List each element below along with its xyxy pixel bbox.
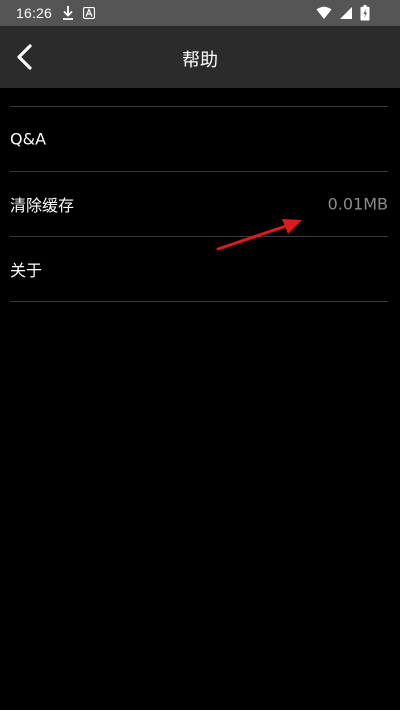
- list-item-about[interactable]: 关于: [10, 237, 388, 302]
- download-icon: [63, 6, 74, 20]
- app-header: 帮助: [0, 26, 400, 88]
- wifi-icon: [316, 6, 332, 19]
- help-screen: 16:26 帮助 Q&A 清除缓存 0.01MB 关于: [0, 0, 400, 710]
- list-item-label: 关于: [10, 261, 43, 280]
- list-item-label: 清除缓存: [10, 196, 75, 215]
- list-item-label: Q&A: [10, 129, 47, 149]
- page-title: 帮助: [182, 50, 218, 71]
- signal-icon: [340, 7, 352, 19]
- cache-size-value: 0.01MB: [327, 194, 388, 214]
- battery-icon: [360, 5, 370, 21]
- status-bar: 16:26: [0, 0, 400, 26]
- app-a-icon: [83, 7, 96, 19]
- list-item-clear-cache[interactable]: 清除缓存 0.01MB: [10, 172, 388, 237]
- list-item-qa[interactable]: Q&A: [10, 107, 388, 172]
- status-time: 16:26: [16, 5, 53, 21]
- status-right-icons: [316, 5, 370, 21]
